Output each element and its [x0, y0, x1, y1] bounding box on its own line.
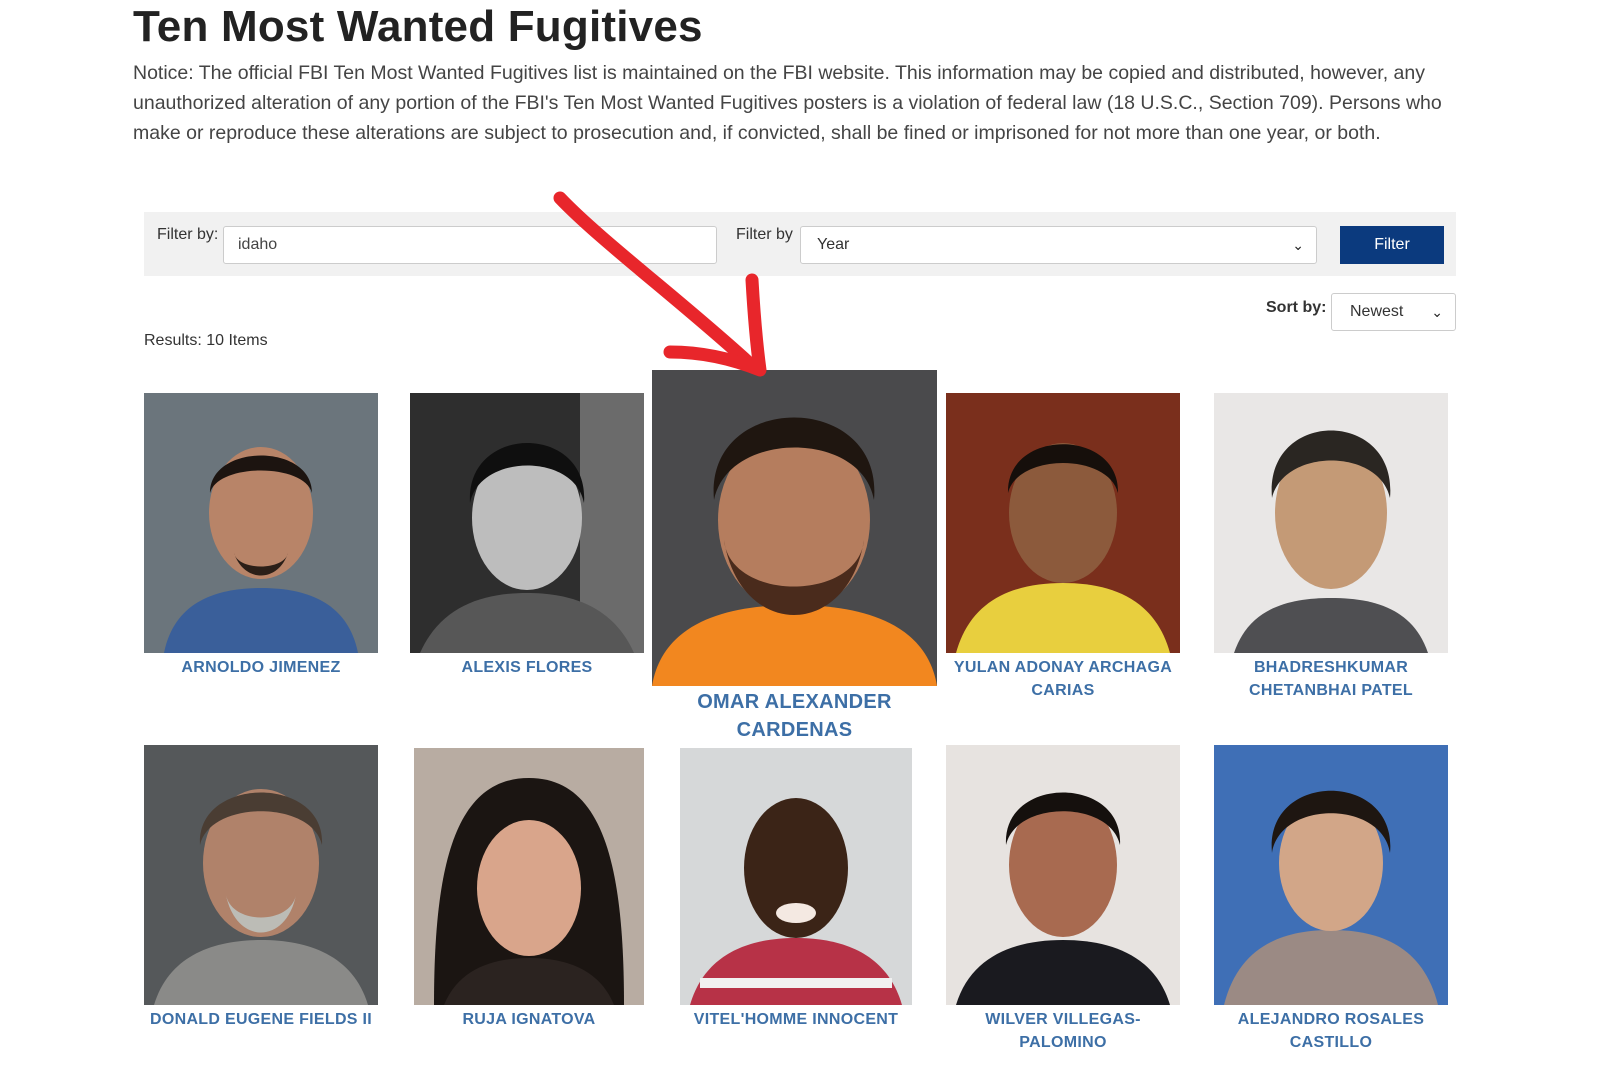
fugitive-name[interactable]: OMAR ALEXANDER CARDENAS — [652, 688, 937, 744]
sort-select[interactable]: Newest ⌄ — [1331, 293, 1456, 331]
year-select[interactable]: Year ⌄ — [800, 226, 1317, 264]
fugitive-photo[interactable] — [144, 393, 378, 653]
filter-text-label: Filter by: — [157, 226, 219, 243]
results-count: Results: 10 Items — [144, 332, 268, 349]
fugitive-photo[interactable] — [946, 745, 1180, 1005]
fugitive-name[interactable]: WILVER VILLEGAS-PALOMINO — [946, 1008, 1180, 1054]
fugitive-name[interactable]: RUJA IGNATOVA — [414, 1008, 644, 1031]
sort-select-value: Newest — [1350, 303, 1404, 320]
fugitive-name[interactable]: ALEJANDRO ROSALES CASTILLO — [1214, 1008, 1448, 1054]
chevron-down-icon: ⌄ — [1431, 304, 1443, 320]
fugitive-name[interactable]: ALEXIS FLORES — [410, 656, 644, 679]
notice-text: Notice: The official FBI Ten Most Wanted… — [133, 62, 1442, 144]
fugitive-name[interactable]: BHADRESHKUMAR CHETANBHAI PATEL — [1214, 656, 1448, 702]
fugitive-name[interactable]: VITEL'HOMME INNOCENT — [670, 1008, 922, 1031]
fugitive-photo[interactable] — [680, 748, 912, 1005]
year-select-value: Year — [817, 236, 850, 253]
fugitive-name[interactable]: DONALD EUGENE FIELDS II — [144, 1008, 378, 1031]
filter-bar: Filter by: Filter by Year ⌄ Filter — [144, 212, 1456, 276]
fugitive-photo[interactable] — [652, 370, 937, 686]
fugitive-photo[interactable] — [1214, 745, 1448, 1005]
filter-text-input[interactable] — [223, 226, 717, 264]
chevron-down-icon: ⌄ — [1292, 237, 1304, 253]
page-title: Ten Most Wanted Fugitives — [133, 2, 703, 51]
filter-button[interactable]: Filter — [1340, 226, 1444, 264]
fugitive-photo[interactable] — [946, 393, 1180, 653]
sort-label: Sort by: — [1266, 299, 1327, 316]
fugitive-name[interactable]: ARNOLDO JIMENEZ — [144, 656, 378, 679]
fugitive-photo[interactable] — [410, 393, 644, 653]
fugitive-name[interactable]: YULAN ADONAY ARCHAGA CARIAS — [946, 656, 1180, 702]
fugitive-photo[interactable] — [144, 745, 378, 1005]
filter-select-label: Filter by — [736, 226, 793, 243]
fugitive-photo[interactable] — [414, 748, 644, 1005]
fugitive-photo[interactable] — [1214, 393, 1448, 653]
